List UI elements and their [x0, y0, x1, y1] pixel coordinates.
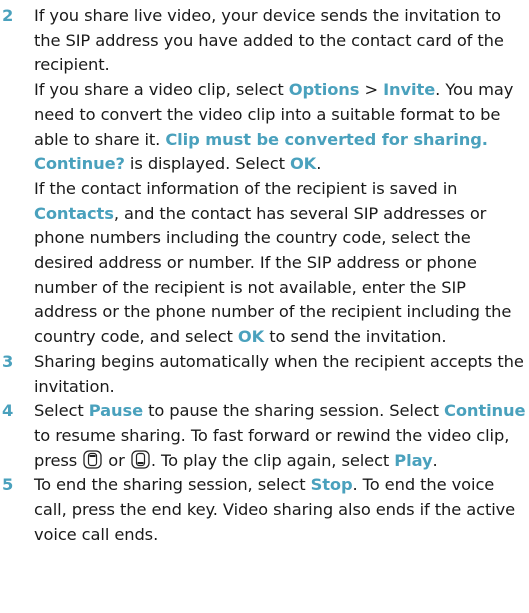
body-text: If you share live video, your device sen… [34, 6, 504, 75]
body-text: , and the contact has several SIP addres… [34, 203, 512, 347]
body-text: If the contact information of the recipi… [34, 178, 458, 198]
body-text: to pause the sharing session. Select [143, 401, 444, 421]
step-4: 4 Select Pause to pause the sharing sessi… [0, 399, 529, 473]
ui-term: Options [288, 80, 360, 100]
step-number: 4 [2, 401, 14, 421]
instruction-steps: 2 If you share live video, your device se… [0, 4, 529, 547]
ui-term: Continue [443, 401, 526, 421]
body-text: > [359, 80, 384, 100]
body-text: Sharing begins automatically when the re… [34, 351, 524, 396]
ui-term: Play [394, 450, 433, 470]
body-text: or [103, 450, 130, 470]
ui-term: Contacts [34, 203, 114, 223]
body-text: If you share a video clip, select [34, 80, 289, 100]
step-number: 3 [2, 351, 14, 371]
ui-term: Pause [88, 401, 144, 421]
body-text: . [432, 450, 438, 470]
ui-term: Stop [310, 475, 353, 495]
step-body: If you share live video, your device sen… [34, 4, 529, 350]
body-text: . To play the clip again, select [150, 450, 395, 470]
step-body: Select Pause to pause the sharing sessio… [34, 399, 529, 473]
step-5: 5 To end the sharing session, select Stop… [0, 473, 529, 547]
step-paragraph: Sharing begins automatically when the re… [34, 350, 529, 399]
body-text: to send the invitation. [264, 327, 447, 347]
body-text: . [316, 154, 322, 174]
step-paragraph: If you share a video clip, select Option… [34, 78, 529, 177]
step-body: Sharing begins automatically when the re… [34, 350, 529, 399]
step-body: To end the sharing session, select Stop.… [34, 473, 529, 547]
step-paragraph: If the contact information of the recipi… [34, 177, 529, 350]
scroll-down-key-icon [131, 450, 150, 469]
ui-term: OK [289, 154, 317, 174]
step-paragraph: To end the sharing session, select Stop.… [34, 473, 529, 547]
ui-term: Invite [383, 80, 436, 100]
body-text: is displayed. Select [124, 154, 290, 174]
scroll-up-key-icon [83, 450, 102, 469]
step-paragraph: Select Pause to pause the sharing sessio… [34, 399, 529, 473]
step-number: 5 [2, 475, 14, 495]
ui-term: OK [237, 327, 265, 347]
step-3: 3 Sharing begins automatically when the r… [0, 350, 529, 399]
step-2: 2 If you share live video, your device se… [0, 4, 529, 350]
body-text: To end the sharing session, select [34, 475, 311, 495]
body-text: Select [34, 401, 89, 421]
step-paragraph: If you share live video, your device sen… [34, 4, 529, 78]
step-number: 2 [2, 6, 14, 25]
